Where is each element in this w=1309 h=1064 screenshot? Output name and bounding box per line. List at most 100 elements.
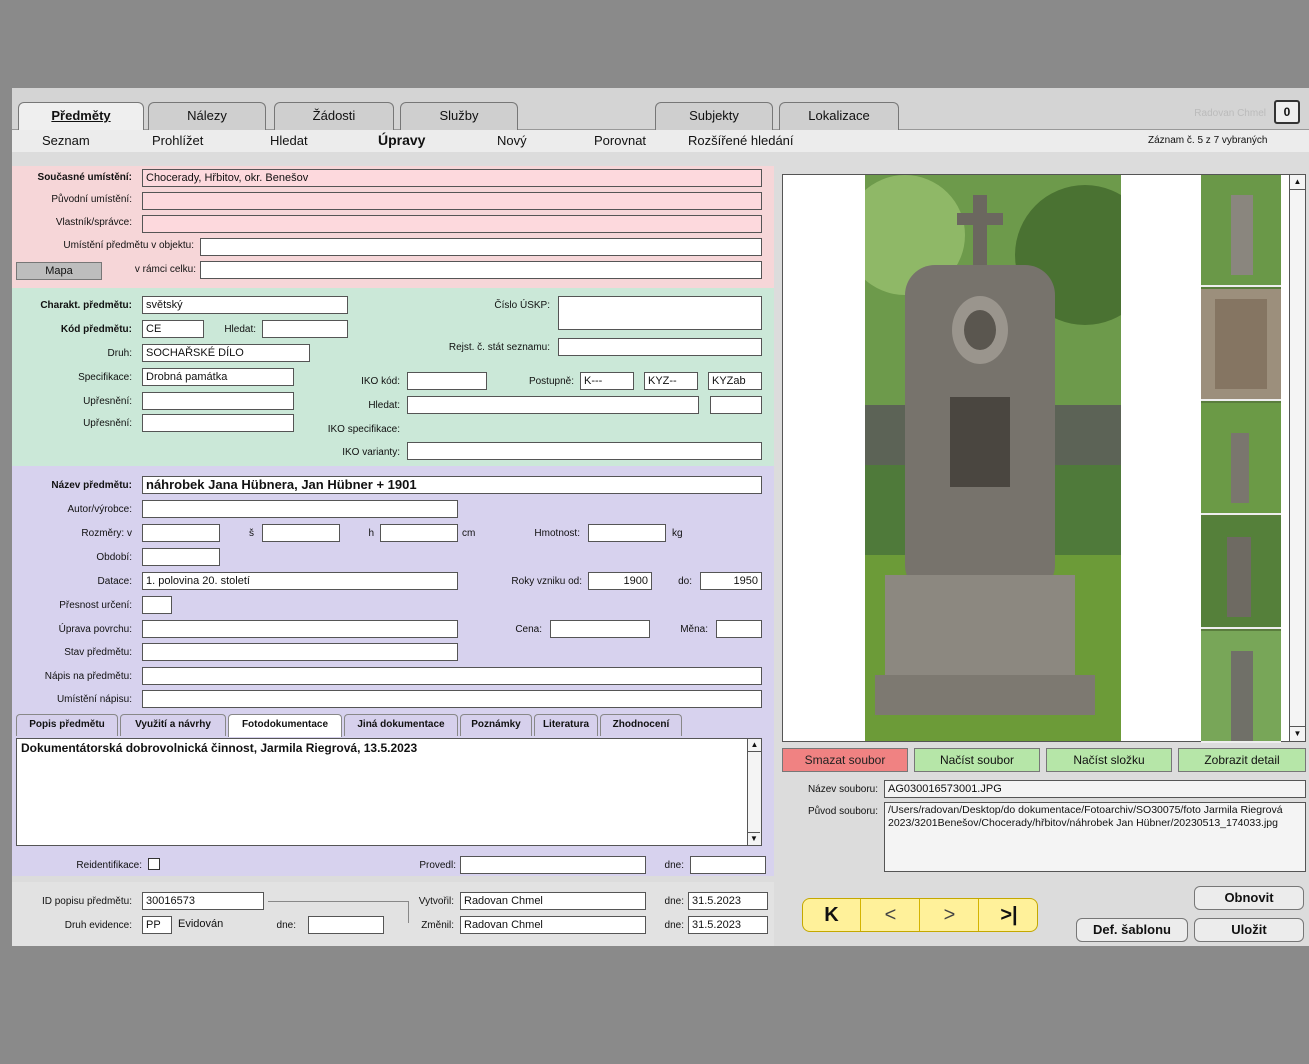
subtab-zhodnoceni[interactable]: Zhodnocení xyxy=(600,714,682,736)
save-button[interactable]: Uložit xyxy=(1194,918,1304,942)
subtab-literatura[interactable]: Literatura xyxy=(534,714,598,736)
inscription-field[interactable] xyxy=(142,667,762,685)
code-field[interactable]: CE xyxy=(142,320,204,338)
register-label: Rejst. č. stát seznamu: xyxy=(448,342,550,353)
subtab-vyuziti[interactable]: Využití a návrhy xyxy=(120,714,226,736)
scroll-up-icon[interactable]: ▲ xyxy=(748,739,761,752)
currency-field[interactable] xyxy=(716,620,762,638)
dim-v-field[interactable] xyxy=(142,524,220,542)
map-button[interactable]: Mapa xyxy=(16,262,102,280)
nav-prohlizet[interactable]: Prohlížet xyxy=(152,133,203,148)
tab-zadosti[interactable]: Žádosti xyxy=(274,102,394,130)
gradual-field-3[interactable]: KYZab xyxy=(708,372,762,390)
original-location-label: Původní umístění: xyxy=(51,194,132,205)
tab-lokalizace[interactable]: Lokalizace xyxy=(779,102,899,130)
created-label: Vytvořil: xyxy=(418,896,454,907)
iko-search-field[interactable] xyxy=(407,396,699,414)
iko-code-field[interactable] xyxy=(407,372,487,390)
evid-code-field[interactable]: PP xyxy=(142,916,172,934)
charakt-label: Charakt. předmětu: xyxy=(40,300,132,311)
file-origin-field[interactable]: /Users/radovan/Desktop/do dokumentace/Fo… xyxy=(884,802,1306,872)
load-folder-button[interactable]: Načíst složku xyxy=(1046,748,1172,772)
precision-field[interactable] xyxy=(142,596,172,614)
scroll-up-icon[interactable]: ▲ xyxy=(1290,175,1305,190)
in-whole-field[interactable] xyxy=(200,261,762,279)
spec-field[interactable]: Drobná památka xyxy=(142,368,294,386)
thumbnail-scrollbar[interactable]: ▲ ▼ xyxy=(1289,175,1305,741)
charakt-field[interactable]: světský xyxy=(142,296,348,314)
inscription-loc-field[interactable] xyxy=(142,690,762,708)
tab-nalezy[interactable]: Nálezy xyxy=(148,102,266,130)
refine2-field[interactable] xyxy=(142,414,294,432)
dim-s-field[interactable] xyxy=(262,524,340,542)
subtab-jina-dokumentace[interactable]: Jiná dokumentace xyxy=(344,714,458,736)
scroll-down-icon[interactable]: ▼ xyxy=(748,832,760,845)
tab-subjekty[interactable]: Subjekty xyxy=(655,102,773,130)
refresh-button[interactable]: Obnovit xyxy=(1194,886,1304,910)
photo-doc-textarea[interactable]: Dokumentátorská dobrovolnická činnost, J… xyxy=(16,738,762,846)
currency-label: Měna: xyxy=(680,624,708,635)
provedl-field[interactable] xyxy=(460,856,646,874)
register-field[interactable] xyxy=(558,338,762,356)
nav-porovnat[interactable]: Porovnat xyxy=(594,133,646,148)
nav-novy[interactable]: Nový xyxy=(497,133,527,148)
first-record-button[interactable]: K xyxy=(803,899,861,931)
refine1-field[interactable] xyxy=(142,392,294,410)
period-field[interactable] xyxy=(142,548,220,566)
define-template-button[interactable]: Def. šablonu xyxy=(1076,918,1188,942)
provedl-dne-field[interactable] xyxy=(690,856,766,874)
character-panel: Charakt. předmětu: světský Číslo ÚSKP: K… xyxy=(12,288,774,466)
last-record-button[interactable]: >| xyxy=(980,899,1037,931)
thumbnail-4[interactable] xyxy=(1201,517,1281,629)
subtab-popis[interactable]: Popis předmětu xyxy=(16,714,118,736)
subtab-poznamky[interactable]: Poznámky xyxy=(460,714,532,736)
condition-field[interactable] xyxy=(142,643,458,661)
iko-search-field-2[interactable] xyxy=(710,396,762,414)
show-detail-button[interactable]: Zobrazit detail xyxy=(1178,748,1306,772)
thumbnail-3[interactable] xyxy=(1201,403,1281,515)
type-field[interactable]: SOCHAŘSKÉ DÍLO xyxy=(142,344,310,362)
type-label: Druh: xyxy=(107,348,132,359)
delete-file-button[interactable]: Smazat soubor xyxy=(782,748,908,772)
tab-sluzby[interactable]: Služby xyxy=(400,102,518,130)
changed-label: Změnil: xyxy=(421,920,454,931)
name-field[interactable]: náhrobek Jana Hübnera, Jan Hübner + 1901 xyxy=(142,476,762,494)
load-file-button[interactable]: Načíst soubor xyxy=(914,748,1040,772)
tab-predmety[interactable]: Předměty xyxy=(18,102,144,131)
year-from-field[interactable]: 1900 xyxy=(588,572,652,590)
weight-field[interactable] xyxy=(588,524,666,542)
thumbnail-5[interactable] xyxy=(1201,631,1281,743)
dim-h-field[interactable] xyxy=(380,524,458,542)
surface-field[interactable] xyxy=(142,620,458,638)
file-name-field[interactable]: AG030016573001.JPG xyxy=(884,780,1306,798)
iko-var-field[interactable] xyxy=(407,442,762,460)
thumbnail-1[interactable] xyxy=(1201,175,1281,287)
uskp-field[interactable] xyxy=(558,296,762,330)
nav-rozsirene-hledani[interactable]: Rozšířené hledání xyxy=(688,133,794,148)
dating-field[interactable]: 1. polovina 20. století xyxy=(142,572,458,590)
lock-icon[interactable]: 0 xyxy=(1274,100,1300,124)
main-photo[interactable] xyxy=(865,175,1121,741)
nav-hledat[interactable]: Hledat xyxy=(270,133,308,148)
nav-upravy[interactable]: Úpravy xyxy=(378,132,425,148)
year-to-field[interactable]: 1950 xyxy=(700,572,762,590)
author-label: Autor/výrobce: xyxy=(67,504,132,515)
nav-seznam[interactable]: Seznam xyxy=(42,133,90,148)
textarea-scrollbar[interactable]: ▲ ▼ xyxy=(747,739,761,845)
gradual-field-2[interactable]: KYZ-- xyxy=(644,372,698,390)
owner-field[interactable] xyxy=(142,215,762,233)
gradual-field-1[interactable]: K--- xyxy=(580,372,634,390)
next-record-button[interactable]: > xyxy=(921,899,979,931)
thumbnail-2[interactable] xyxy=(1201,289,1281,401)
author-field[interactable] xyxy=(142,500,458,518)
subtab-fotodokumentace[interactable]: Fotodokumentace xyxy=(228,714,342,737)
prev-record-button[interactable]: < xyxy=(862,899,920,931)
price-field[interactable] xyxy=(550,620,650,638)
reident-checkbox[interactable] xyxy=(148,858,160,870)
code-search-field[interactable] xyxy=(262,320,348,338)
current-location-field[interactable]: Chocerady, Hřbitov, okr. Benešov xyxy=(142,169,762,187)
scroll-down-icon[interactable]: ▼ xyxy=(1290,726,1305,741)
in-object-field[interactable] xyxy=(200,238,762,256)
original-location-field[interactable] xyxy=(142,192,762,210)
evid-dne-field[interactable] xyxy=(308,916,384,934)
